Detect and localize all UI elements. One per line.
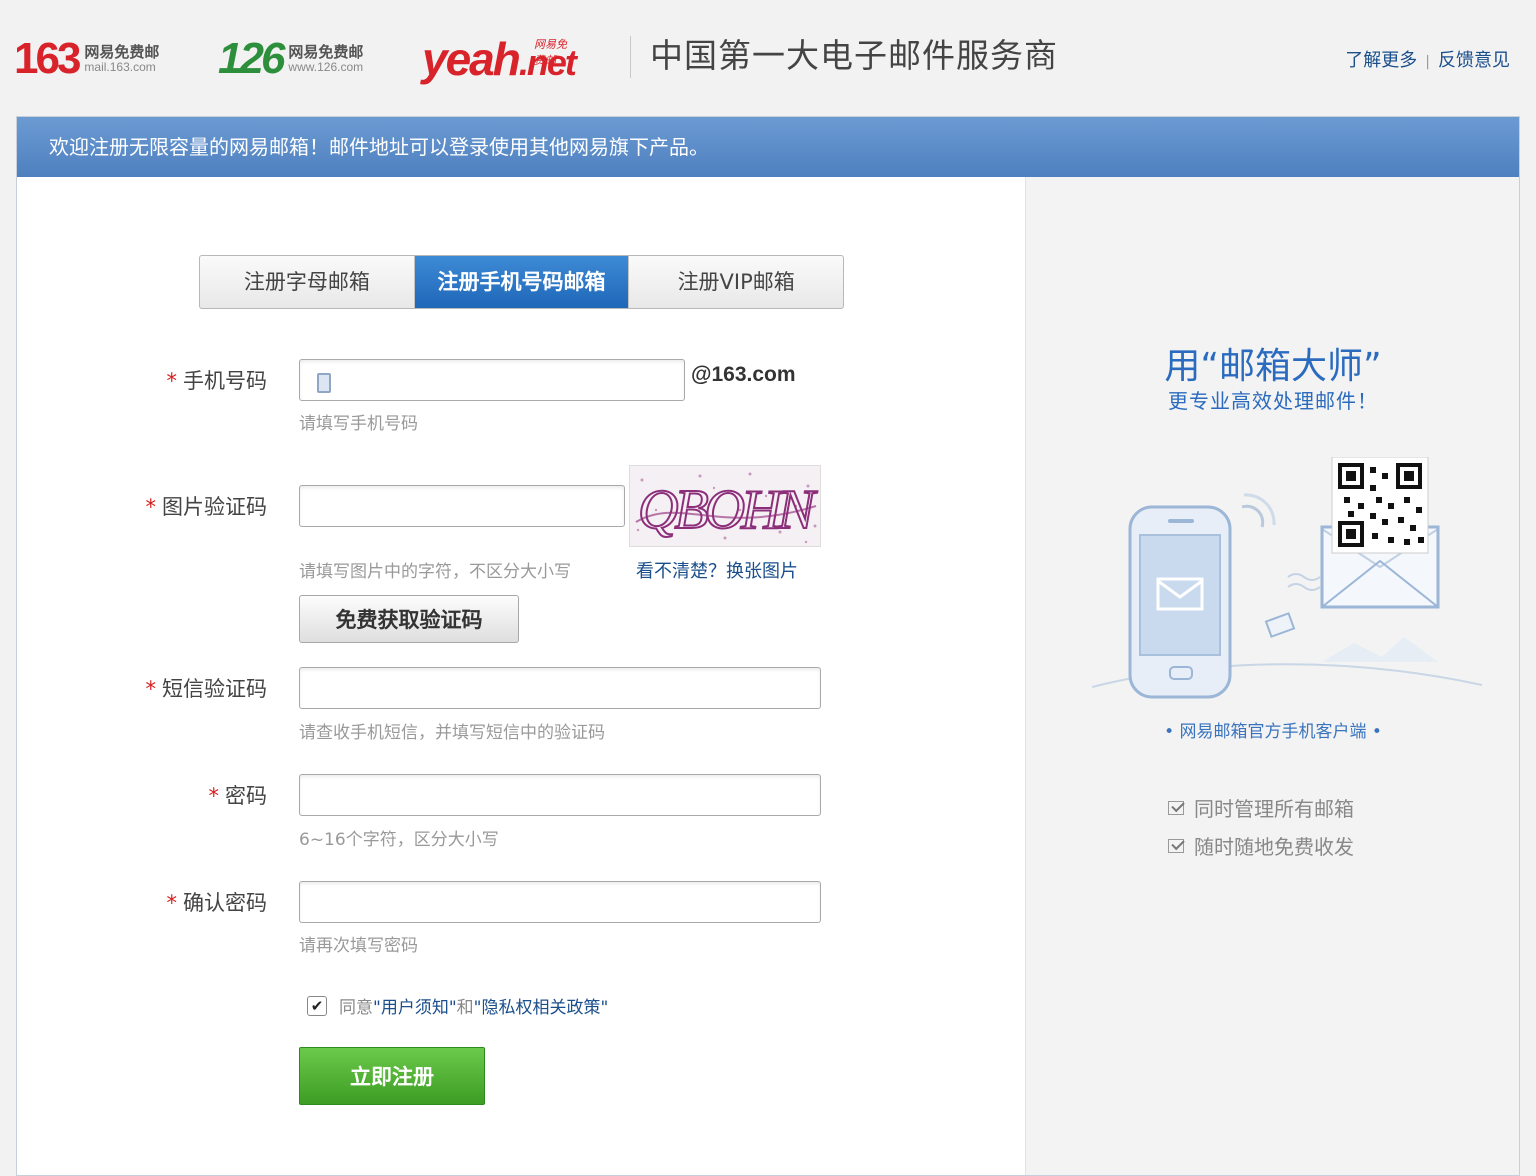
logo-yeah-main: yeah	[422, 33, 521, 85]
sms-code-hint: 请查收手机短信，并填写短信中的验证码	[299, 723, 605, 743]
captcha-input[interactable]	[299, 485, 625, 527]
captcha-text: QBOHN	[638, 479, 818, 541]
get-sms-code-button[interactable]: 免费获取验证码	[299, 595, 519, 643]
check-icon	[1168, 800, 1184, 815]
confirm-password-input[interactable]	[299, 881, 821, 923]
captcha-hint: 请填写图片中的字符，不区分大小写	[299, 562, 571, 582]
terms-link[interactable]: "用户须知"	[373, 993, 457, 1018]
logo-126-number: 126	[218, 34, 285, 83]
header-divider	[630, 36, 631, 78]
logo-163-number: 163	[14, 34, 81, 83]
feedback-link[interactable]: 反馈意见	[1438, 50, 1510, 71]
confirm-password-hint: 请再次填写密码	[299, 936, 418, 956]
phone-input[interactable]	[299, 359, 685, 401]
confirm-password-label: * 确认密码	[166, 891, 268, 915]
phone-icon	[317, 373, 331, 393]
logo-163[interactable]: 163 网易免费邮 mail.163.com	[14, 34, 159, 84]
learn-more-link[interactable]: 了解更多	[1345, 50, 1417, 71]
refresh-captcha-link[interactable]: 看不清楚？换张图片	[636, 557, 798, 583]
welcome-banner: 欢迎注册无限容量的网易邮箱！邮件地址可以登录使用其他网易旗下产品。	[17, 117, 1519, 177]
phone-label: * 手机号码	[166, 369, 268, 393]
agreement-and: 和	[456, 998, 474, 1018]
agreement-prefix: 同意	[339, 998, 373, 1018]
logo-163-cn: 网易免费邮	[84, 42, 160, 61]
logo-126-cn: 网易免费邮	[288, 42, 364, 61]
register-button[interactable]: 立即注册	[299, 1047, 485, 1105]
captcha-noise: QBOHN	[635, 472, 820, 544]
header-slogan: 中国第一大电子邮件服务商	[650, 36, 1058, 75]
qr-code-icon	[1331, 457, 1429, 554]
captcha-image[interactable]: QBOHN	[629, 465, 821, 547]
tab-letter-mailbox[interactable]: 注册字母邮箱	[200, 256, 414, 308]
email-domain-suffix: @163.com	[691, 363, 796, 386]
password-hint: 6~16个字符，区分大小写	[299, 830, 499, 850]
logo-126-domain: www.126.com	[288, 59, 364, 74]
tab-phone-mailbox[interactable]: 注册手机号码邮箱	[413, 256, 629, 308]
required-mark: *	[208, 784, 220, 808]
agreement-row: ✔ 同意 "用户须知" 和 "隐私权相关政策"	[307, 993, 608, 1018]
promo-caption: • 网易邮箱官方手机客户端 •	[1164, 722, 1382, 742]
mail-master-illustration	[1092, 457, 1482, 699]
feature-item: 同时管理所有邮箱	[1168, 793, 1354, 822]
check-icon	[1168, 838, 1184, 853]
logo-yeah-cn: 网易免费邮	[534, 38, 567, 67]
logo-yeah[interactable]: yeah.net 网易免费邮	[422, 33, 577, 85]
page-header: 163 网易免费邮 mail.163.com 126 网易免费邮 www.126…	[0, 0, 1536, 116]
register-type-tabs: 注册字母邮箱 注册手机号码邮箱 注册VIP邮箱	[199, 255, 844, 309]
promo-subtitle: 更专业高效处理邮件！	[1168, 389, 1378, 413]
tab-vip-mailbox[interactable]: 注册VIP邮箱	[628, 256, 843, 308]
promo-sidebar: 用“邮箱大师” 更专业高效处理邮件！ • 网易邮箱官方手机客户端 • 同时管理所…	[1025, 177, 1519, 1175]
required-mark: *	[145, 495, 157, 519]
password-input[interactable]	[299, 774, 821, 816]
logo-163-domain: mail.163.com	[84, 59, 156, 74]
logo-126[interactable]: 126 网易免费邮 www.126.com	[218, 34, 363, 84]
promo-title: 用“邮箱大师”	[1164, 346, 1382, 387]
feature-item: 随时随地免费收发	[1168, 831, 1354, 860]
registration-panel: 欢迎注册无限容量的网易邮箱！邮件地址可以登录使用其他网易旗下产品。 注册字母邮箱…	[16, 116, 1520, 1176]
header-link-separator: |	[1425, 54, 1430, 70]
required-mark: *	[145, 677, 157, 701]
captcha-label: * 图片验证码	[145, 495, 268, 519]
phone-illustration-icon	[1128, 505, 1232, 699]
agreement-checkbox[interactable]: ✔	[307, 995, 327, 1016]
required-mark: *	[166, 891, 178, 915]
privacy-policy-link[interactable]: "隐私权相关政策"	[474, 993, 609, 1018]
password-label: * 密码	[208, 784, 268, 808]
sms-code-input[interactable]	[299, 667, 821, 709]
header-links: 了解更多 | 反馈意见	[1345, 46, 1510, 72]
required-mark: *	[166, 369, 178, 393]
phone-hint: 请填写手机号码	[299, 414, 418, 434]
sms-code-label: * 短信验证码	[145, 677, 268, 701]
